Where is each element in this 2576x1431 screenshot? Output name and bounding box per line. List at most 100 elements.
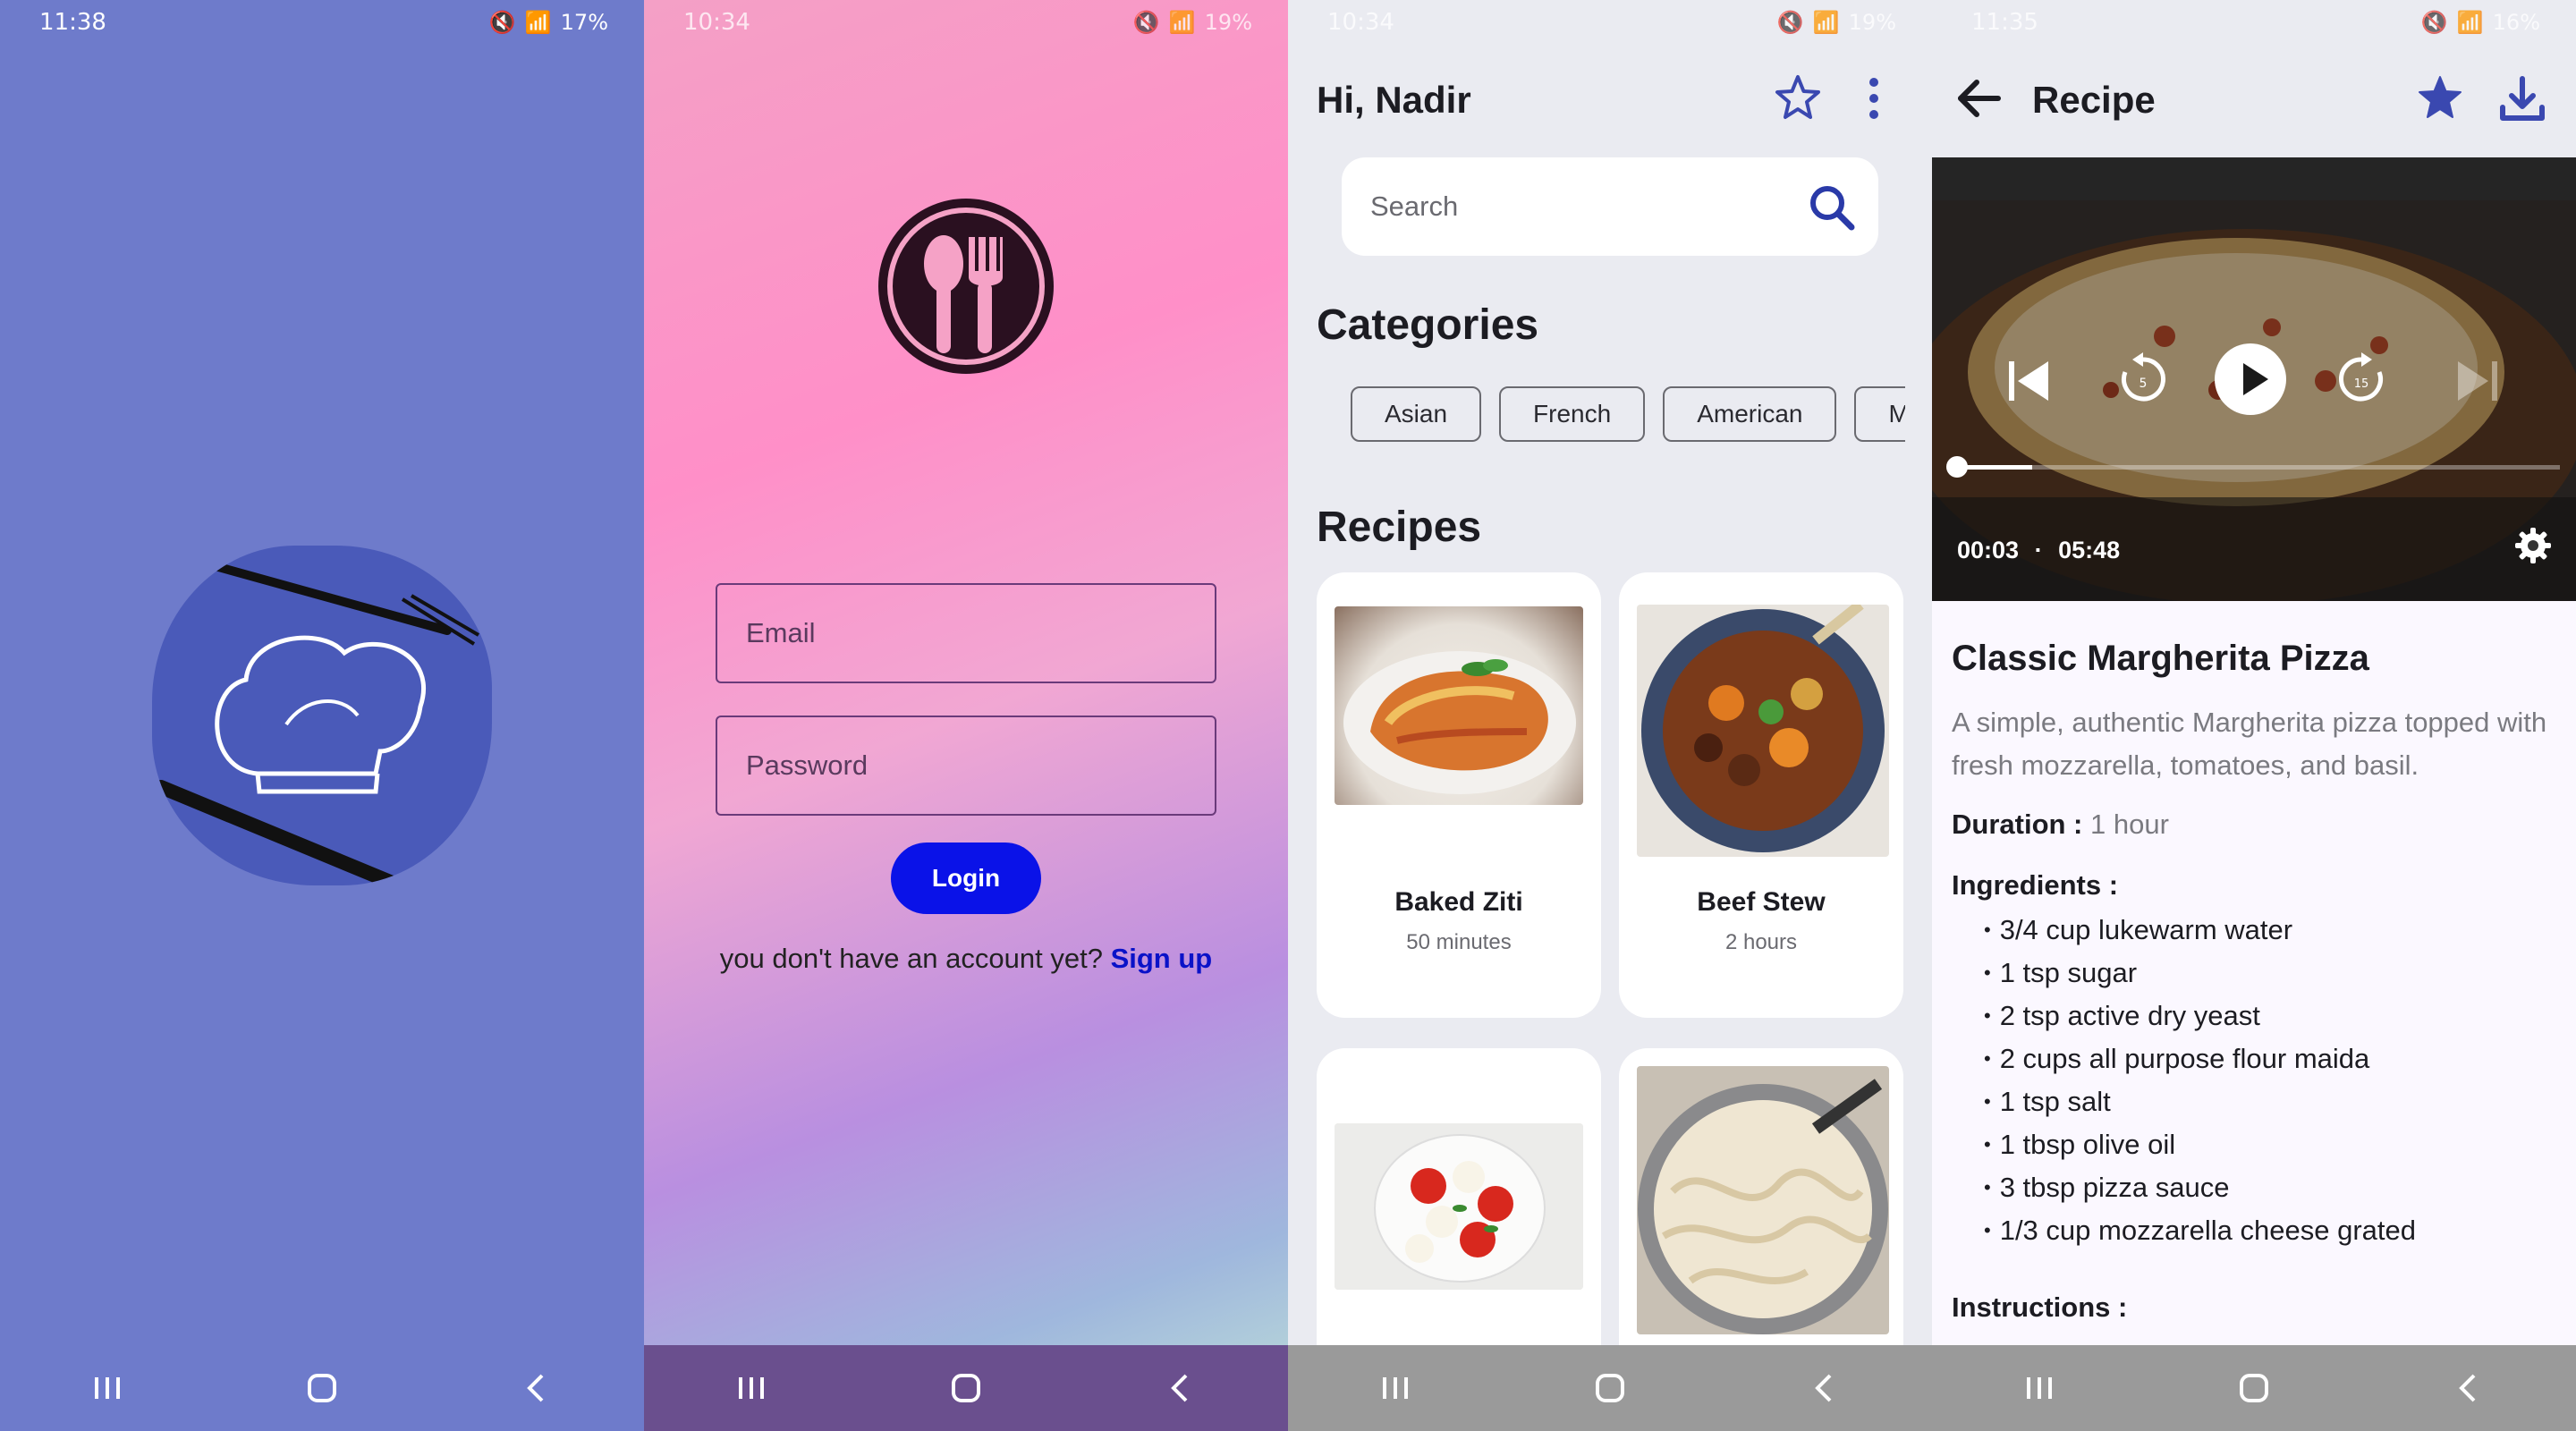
video-progress-bar[interactable] — [1946, 456, 2560, 478]
ingredient-item: 3/4 cup lukewarm water — [1984, 909, 2416, 952]
recipe-name: Baked Ziti — [1394, 887, 1523, 917]
status-time: 10:34 — [683, 9, 750, 36]
back-icon — [2459, 1374, 2476, 1402]
status-indicators: 🔇 📶 19% — [1133, 10, 1252, 35]
search-input[interactable]: Search — [1342, 157, 1878, 256]
home-icon — [2240, 1374, 2268, 1402]
home-icon — [1596, 1374, 1624, 1402]
status-bar: 11:35 🔇 📶 16% — [1932, 0, 2576, 45]
star-filled-icon[interactable] — [2413, 72, 2467, 125]
email-placeholder: Email — [746, 617, 816, 648]
pasta-image — [1638, 1079, 1888, 1334]
recipe-time: 50 minutes — [1406, 930, 1512, 954]
battery-level: 16% — [2492, 10, 2540, 35]
login-button[interactable]: Login — [891, 843, 1041, 914]
recipe-card[interactable]: Beef Stew 2 hours — [1619, 572, 1903, 1018]
ingredients-label-text: Ingredients : — [1952, 869, 2119, 901]
back-icon — [1815, 1374, 1832, 1402]
wifi-icon: 📶 — [2456, 10, 2484, 35]
back-icon — [1171, 1374, 1188, 1402]
chip-french[interactable]: French — [1499, 386, 1646, 442]
signup-prompt-text: you don't have an account yet? — [719, 943, 1103, 974]
star-outline-icon[interactable] — [1771, 72, 1825, 125]
signup-link[interactable]: Sign up — [1111, 943, 1213, 974]
svg-text:15: 15 — [2354, 377, 2369, 391]
home-button[interactable] — [2214, 1361, 2294, 1415]
recipe-image — [1637, 605, 1889, 857]
battery-level: 17% — [560, 10, 608, 35]
recipe-name: Beef Stew — [1697, 887, 1826, 917]
recipe-name: Classic Margherita Pizza — [1952, 639, 2369, 678]
app-logo — [872, 192, 1060, 380]
home-button[interactable] — [926, 1361, 1006, 1415]
recents-icon — [1383, 1377, 1408, 1399]
back-button[interactable] — [1140, 1361, 1221, 1415]
status-bar: 11:38 🔇 📶 17% — [0, 0, 644, 45]
password-placeholder: Password — [746, 749, 869, 781]
search-icon[interactable] — [1805, 181, 1859, 234]
wifi-icon: 📶 — [1168, 10, 1196, 35]
login-screen: 10:34 🔇 📶 19% Email Password Login you d… — [644, 0, 1288, 1431]
mute-icon: 🔇 — [2420, 10, 2448, 35]
skip-next-icon[interactable] — [2451, 354, 2504, 408]
categories-title: Categories — [1317, 301, 1539, 349]
app-logo — [152, 546, 492, 885]
home-screen: 10:34 🔇 📶 19% Hi, Nadir Search Categorie… — [1288, 0, 1932, 1431]
skip-previous-icon[interactable] — [2002, 354, 2055, 408]
system-nav-bar — [1932, 1345, 2576, 1431]
recipe-detail-screen: 11:35 🔇 📶 16% Recipe 5 15 00:03 · 05:48 … — [1932, 0, 2576, 1431]
chef-hat-icon — [154, 559, 480, 885]
recents-button[interactable] — [711, 1361, 792, 1415]
email-field[interactable]: Email — [716, 583, 1216, 683]
status-time: 11:38 — [39, 9, 106, 36]
settings-icon[interactable] — [2512, 524, 2555, 567]
back-arrow-icon[interactable] — [1952, 72, 2005, 125]
back-button[interactable] — [496, 1361, 577, 1415]
recents-button[interactable] — [1355, 1361, 1436, 1415]
video-player[interactable]: 5 15 00:03 · 05:48 — [1932, 157, 2576, 601]
home-button[interactable] — [1570, 1361, 1650, 1415]
duration-value: 1 hour — [2090, 809, 2169, 840]
password-field[interactable]: Password — [716, 716, 1216, 816]
recents-button[interactable] — [1999, 1361, 2080, 1415]
ingredient-item: 3 tbsp pizza sauce — [1984, 1166, 2416, 1209]
home-icon — [952, 1374, 980, 1402]
download-icon[interactable] — [2496, 72, 2549, 125]
recipe-card[interactable]: Baked Ziti 50 minutes — [1317, 572, 1601, 1018]
mute-icon: 🔇 — [1132, 10, 1160, 35]
system-nav-bar — [644, 1345, 1288, 1431]
back-icon — [527, 1374, 544, 1402]
more-vert-icon[interactable] — [1860, 72, 1887, 125]
home-button[interactable] — [282, 1361, 362, 1415]
back-button[interactable] — [1784, 1361, 1865, 1415]
battery-level: 19% — [1848, 10, 1896, 35]
replay-5-icon[interactable]: 5 — [2114, 351, 2172, 408]
chip-american[interactable]: American — [1663, 386, 1837, 442]
chip-mexican[interactable]: Mexican — [1854, 386, 1905, 442]
status-time: 10:34 — [1327, 9, 1394, 36]
home-icon — [308, 1374, 336, 1402]
recents-button[interactable] — [67, 1361, 148, 1415]
video-current-time: 00:03 — [1957, 537, 2020, 563]
status-indicators: 🔇 📶 19% — [1777, 10, 1896, 35]
ingredient-item: 2 tsp active dry yeast — [1984, 995, 2416, 1037]
video-time: 00:03 · 05:48 — [1957, 537, 2120, 564]
splash-screen: 11:38 🔇 📶 17% — [0, 0, 644, 1431]
ingredients-list: 3/4 cup lukewarm water 1 tsp sugar 2 tsp… — [1984, 909, 2416, 1252]
video-scrubber[interactable] — [1946, 456, 1969, 478]
recipe-image — [1637, 1066, 1889, 1334]
ingredient-item: 2 cups all purpose flour maida — [1984, 1037, 2416, 1080]
recipes-title: Recipes — [1317, 504, 1482, 551]
back-button[interactable] — [2428, 1361, 2509, 1415]
spoon-fork-icon — [878, 199, 1054, 374]
instructions-label-text: Instructions : — [1952, 1291, 2128, 1323]
caprese-salad-image — [1335, 1123, 1583, 1290]
play-icon[interactable] — [2215, 343, 2286, 415]
recents-icon — [95, 1377, 120, 1399]
page-title: Recipe — [2032, 79, 2156, 121]
video-duration: 05:48 — [2058, 537, 2121, 563]
chip-asian[interactable]: Asian — [1351, 386, 1482, 442]
category-chips: Asian French American Mexican — [1351, 386, 1905, 444]
forward-15-icon[interactable]: 15 — [2333, 351, 2390, 408]
time-separator: · — [2034, 537, 2043, 563]
